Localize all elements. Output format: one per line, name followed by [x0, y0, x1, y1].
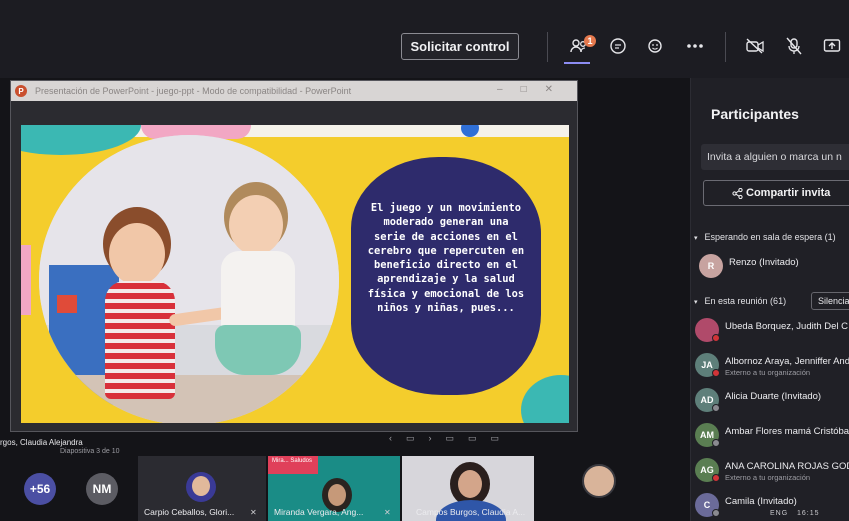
mic-off-icon[interactable] [781, 33, 807, 59]
invite-input[interactable]: Invita a alguien o marca un n [701, 144, 849, 170]
active-tab-indicator [564, 62, 590, 64]
presence-indicator [712, 334, 720, 342]
participant-row[interactable]: Ubeda Borquez, Judith Del C [691, 316, 849, 346]
taskbar-clock: ENG 16:15 [770, 510, 820, 517]
slide-decoration [21, 245, 31, 315]
participant-name: Alicia Duarte (Invitado) [725, 391, 822, 402]
avatar: R [699, 254, 723, 278]
participant-name: Albornoz Araya, Jenniffer And [725, 356, 849, 367]
video-tile[interactable]: Mira... Saludos Miranda Vergara, Ang... … [268, 456, 400, 521]
slide: El juego y un movimiento moderado genera… [21, 125, 569, 423]
slide-counter: Diapositiva 3 de 10 [60, 448, 120, 455]
avatar[interactable] [582, 464, 616, 498]
participant-row[interactable]: AM Ambar Flores mamá Cristóbal... [691, 421, 849, 451]
video-tile[interactable]: Carpio Ceballos, Glori... ✕ [138, 456, 266, 521]
panel-title: Participantes [711, 106, 799, 122]
participant-name: Camila (Invitado) [725, 496, 797, 507]
share-link-icon [732, 187, 743, 202]
meeting-toolbar: Solicitar control 1 [0, 0, 849, 78]
avatar[interactable]: NM [86, 473, 118, 505]
participant-name: Ambar Flores mamá Cristóbal... [725, 426, 849, 437]
presence-indicator [712, 369, 720, 377]
powerpoint-titlebar: P Presentación de PowerPoint - juego-ppt… [11, 81, 577, 101]
share-tray-icon[interactable] [819, 33, 845, 59]
window-controls[interactable]: –□✕ [497, 84, 571, 95]
participant-name: Ubeda Borquez, Judith Del C [725, 321, 849, 332]
chevron-down-icon: ▾ [694, 235, 698, 242]
participant-name: Renzo (Invitado) [729, 257, 799, 268]
participant-name: ANA CAROLINA ROJAS GODOY [725, 461, 849, 472]
participants-panel: Participantes Invita a alguien o marca u… [690, 78, 849, 521]
participant-row[interactable]: AGANA CAROLINA ROJAS GODOYExterno a tu o… [691, 456, 849, 486]
share-invite-button[interactable]: Compartir invita [703, 180, 849, 206]
chevron-down-icon: ▾ [694, 299, 698, 306]
presence-indicator [712, 509, 720, 517]
chat-icon[interactable] [605, 33, 631, 59]
mute-all-button[interactable]: Silencia [811, 292, 849, 310]
reactions-icon[interactable] [643, 33, 669, 59]
presence-indicator [712, 404, 720, 412]
participant-row[interactable]: JA Albornoz Araya, Jenniffer And Externo a… [691, 351, 849, 381]
toolbar-divider [547, 32, 548, 62]
slide-text: El juego y un movimiento moderado genera… [367, 202, 525, 315]
shared-content-stage: P Presentación de PowerPoint - juego-ppt… [0, 78, 690, 456]
tile-name: Carpio Ceballos, Glori... [144, 507, 235, 517]
presence-indicator [712, 439, 720, 447]
more-icon[interactable] [682, 33, 708, 59]
request-control-button[interactable]: Solicitar control [401, 33, 519, 60]
powerpoint-logo-icon: P [15, 85, 27, 97]
participants-badge: 1 [584, 35, 596, 47]
mic-off-icon: ✕ [384, 508, 391, 517]
participant-subtitle: Externo a tu organización [725, 368, 811, 377]
camera-off-icon[interactable] [742, 33, 768, 59]
children-photo [39, 135, 339, 423]
toolbar-divider [725, 32, 726, 62]
tile-name: Miranda Vergara, Ang... [274, 507, 364, 517]
participant-subtitle: Externo a tu organización [725, 473, 811, 482]
presence-indicator [712, 474, 720, 482]
share-invite-label: Compartir invita [746, 187, 831, 199]
presenter-name: rgos, Claudia Alejandra [0, 438, 83, 447]
overflow-count[interactable]: +56 [24, 473, 56, 505]
slide-nav-controls[interactable]: ‹▭›▭▭▭ [389, 433, 513, 444]
slide-decoration [521, 375, 569, 423]
waiting-section-header[interactable]: ▾ Esperando en sala de espera (1) [691, 232, 836, 242]
tile-name: Campos Burgos, Claudia A... [416, 507, 526, 517]
powerpoint-title: Presentación de PowerPoint - juego-ppt -… [35, 86, 352, 96]
video-tile[interactable]: Campos Burgos, Claudia A... [402, 456, 534, 521]
powerpoint-window: P Presentación de PowerPoint - juego-ppt… [10, 80, 578, 443]
in-meeting-section-header[interactable]: ▾ En esta reunión (61) [691, 296, 786, 306]
waiting-participant[interactable]: R Renzo (Invitado) [691, 252, 849, 282]
video-strip: +56 NM Carpio Ceballos, Glori... ✕ Mira.… [0, 456, 690, 521]
video-overlay-label: Mira... Saludos [268, 456, 318, 474]
mic-off-icon: ✕ [250, 508, 257, 517]
participant-row[interactable]: AD Alicia Duarte (Invitado) [691, 386, 849, 416]
